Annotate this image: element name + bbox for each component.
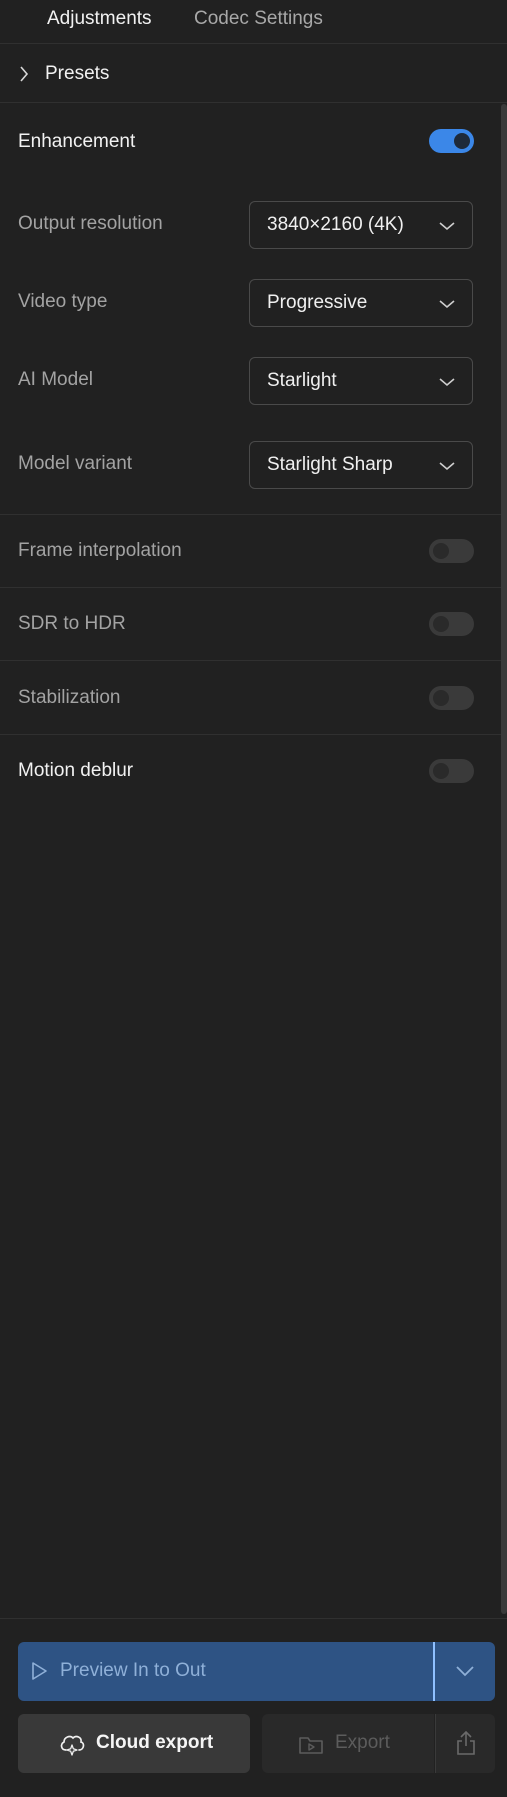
preview-in-to-out-button[interactable]: Preview In to Out [18,1642,434,1701]
export-button[interactable]: Export [262,1714,434,1773]
model-variant-label: Model variant [18,453,133,474]
frame-interpolation-label: Frame interpolation [18,540,182,561]
enhancement-title: Enhancement [18,131,136,152]
stabilization-toggle[interactable] [429,686,474,710]
stabilization-label: Stabilization [18,687,121,708]
tab-bar: Adjustments Codec Settings [0,0,507,44]
ai-model-select[interactable]: Starlight [249,357,473,405]
video-type-value: Progressive [267,292,368,313]
folder-play-icon [298,1734,324,1761]
model-variant-select[interactable]: Starlight Sharp [249,441,473,489]
toggle-knob [454,133,470,149]
output-resolution-select[interactable]: 3840×2160 (4K) [249,201,473,249]
chevron-down-icon [438,459,456,477]
scrollbar[interactable] [501,104,507,1614]
divider [0,734,501,735]
toggle-knob [433,543,449,559]
output-resolution-value: 3840×2160 (4K) [267,214,404,235]
presets-header[interactable]: Presets [0,45,507,103]
ai-model-label: AI Model [18,369,93,390]
chevron-down-icon [438,219,456,237]
divider [0,514,501,515]
footer-divider [0,1618,507,1619]
chevron-right-icon [18,65,30,88]
toggle-knob [433,763,449,779]
cloud-export-label: Cloud export [96,1732,214,1753]
motion-deblur-label: Motion deblur [18,760,134,781]
toggle-knob [433,690,449,706]
tab-codec-settings[interactable]: Codec Settings [194,8,323,30]
presets-label: Presets [45,63,110,84]
preview-options-dropdown[interactable] [435,1642,495,1701]
chevron-down-icon [438,297,456,315]
share-button[interactable] [435,1714,495,1773]
cloud-export-button[interactable]: Cloud export [18,1714,250,1773]
sdr-to-hdr-toggle[interactable] [429,612,474,636]
sdr-to-hdr-label: SDR to HDR [18,613,126,634]
tab-adjustments[interactable]: Adjustments [47,8,152,30]
divider [0,660,501,661]
model-variant-value: Starlight Sharp [267,454,393,475]
cloud-sparkle-icon [58,1730,86,1763]
ai-model-value: Starlight [267,370,337,391]
play-icon [30,1661,48,1686]
motion-deblur-toggle[interactable] [429,759,474,783]
output-resolution-label: Output resolution [18,213,163,234]
share-icon [455,1730,477,1761]
export-label: Export [335,1732,390,1753]
divider [0,587,501,588]
toggle-knob [433,616,449,632]
video-type-label: Video type [18,291,108,312]
chevron-down-icon [438,375,456,393]
preview-label: Preview In to Out [60,1660,206,1681]
video-type-select[interactable]: Progressive [249,279,473,327]
frame-interpolation-toggle[interactable] [429,539,474,563]
chevron-down-icon [455,1664,475,1683]
enhancement-toggle[interactable] [429,129,474,153]
